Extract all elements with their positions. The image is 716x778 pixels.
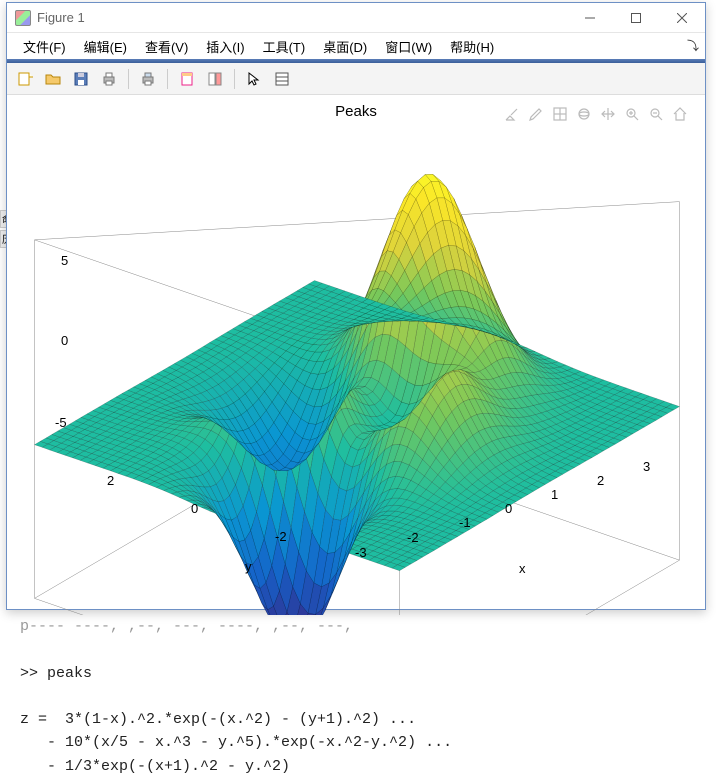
menu-view[interactable]: 查看(V) [137,35,196,58]
figure-window: Figure 1 文件(F) 编辑(E) 查看(V) 插入(I) 工具(T) 桌… [6,2,706,610]
new-figure-button[interactable] [13,67,37,91]
insert-colorbar-button[interactable] [203,67,227,91]
toolbar [7,63,705,95]
toolbar-separator [234,69,235,89]
menu-insert[interactable]: 插入(I) [198,35,252,58]
menu-desktop[interactable]: 桌面(D) [315,35,375,58]
matlab-icon [15,10,31,26]
link-axes-button[interactable] [175,67,199,91]
x-tick: -2 [407,530,419,545]
command-output: p---- ----, ,--, ---, ----, ,--, ---, >>… [20,615,452,778]
peaks-surface [17,115,697,615]
z-tick: 5 [61,253,68,268]
x-tick: -1 [459,515,471,530]
x-axis-label: x [519,561,526,576]
print-preview-button[interactable] [136,67,160,91]
save-button[interactable] [69,67,93,91]
y-axis-label: y [245,559,252,574]
titlebar[interactable]: Figure 1 [7,3,705,33]
y-tick: 2 [107,473,114,488]
minimize-button[interactable] [567,3,613,33]
open-button[interactable] [41,67,65,91]
toolbar-separator [128,69,129,89]
menubar-overflow-icon[interactable]: ⤵ [687,37,699,54]
y-tick: -2 [275,529,287,544]
menu-edit[interactable]: 编辑(E) [76,35,135,58]
x-tick: 2 [597,473,604,488]
x-tick: -3 [355,545,367,560]
menubar: 文件(F) 编辑(E) 查看(V) 插入(I) 工具(T) 桌面(D) 窗口(W… [7,33,705,59]
z-tick: 0 [61,333,68,348]
y-tick: 0 [191,501,198,516]
menu-tools[interactable]: 工具(T) [255,35,314,58]
arrow-tool-button[interactable] [242,67,266,91]
data-cursor-button[interactable] [270,67,294,91]
print-button[interactable] [97,67,121,91]
close-button[interactable] [659,3,705,33]
menu-help[interactable]: 帮助(H) [442,35,502,58]
axes-area[interactable]: Peaks y x -5 0 5 2 0 -2 -3 -2 -1 0 1 2 3 [7,95,705,609]
menu-file[interactable]: 文件(F) [15,35,74,58]
x-tick: 0 [505,501,512,516]
x-tick: 3 [643,459,650,474]
maximize-button[interactable] [613,3,659,33]
z-tick: -5 [55,415,67,430]
window-title: Figure 1 [37,10,567,25]
menu-window[interactable]: 窗口(W) [377,35,440,58]
toolbar-separator [167,69,168,89]
x-tick: 1 [551,487,558,502]
